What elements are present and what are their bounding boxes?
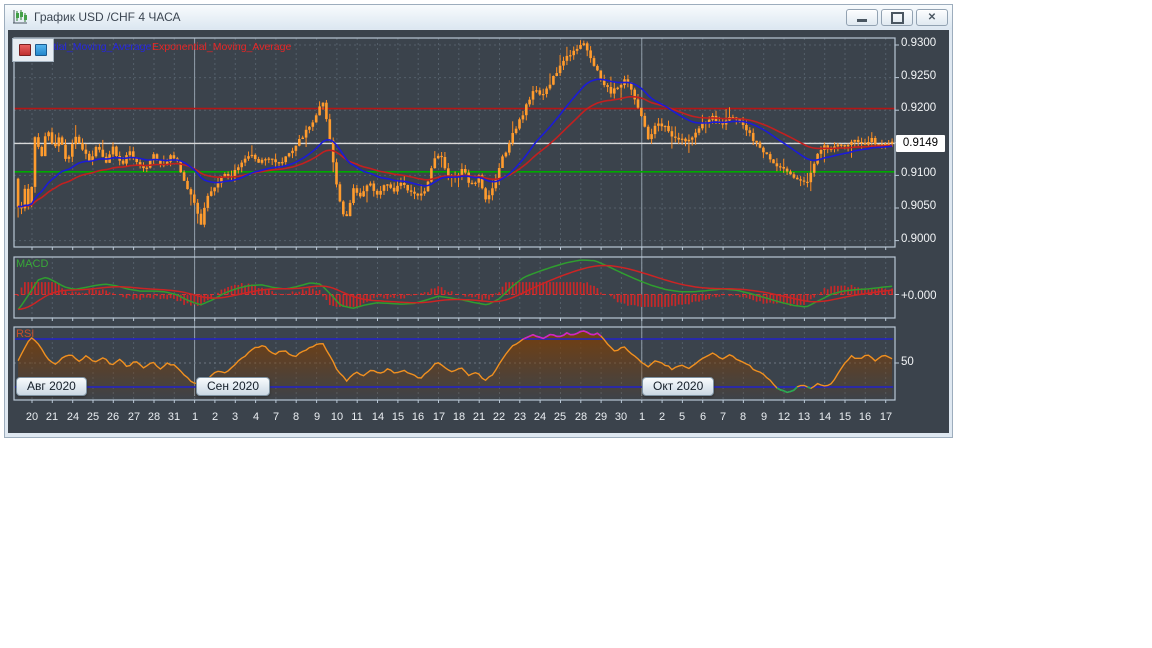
ema-blue-toggle-button[interactable] — [35, 44, 47, 56]
window-title: График USD /CHF 4 ЧАСА — [34, 10, 181, 24]
ema-red-toggle-button[interactable] — [19, 44, 31, 56]
close-button[interactable]: ✕ — [916, 9, 948, 26]
minimize-button[interactable] — [846, 9, 878, 26]
chart-client-area[interactable] — [8, 30, 949, 433]
close-icon: ✕ — [927, 11, 937, 23]
chart-window: График USD /CHF 4 ЧАСА ✕ — [4, 4, 953, 438]
screen: { "window": { "title": "График USD /CHF … — [0, 0, 1152, 648]
restore-button[interactable] — [881, 9, 913, 26]
legend-panel — [12, 38, 54, 62]
minimize-icon — [857, 19, 867, 22]
candlestick-chart-icon — [13, 10, 27, 24]
title-bar[interactable]: График USD /CHF 4 ЧАСА ✕ — [5, 5, 952, 29]
restore-icon — [890, 11, 904, 24]
